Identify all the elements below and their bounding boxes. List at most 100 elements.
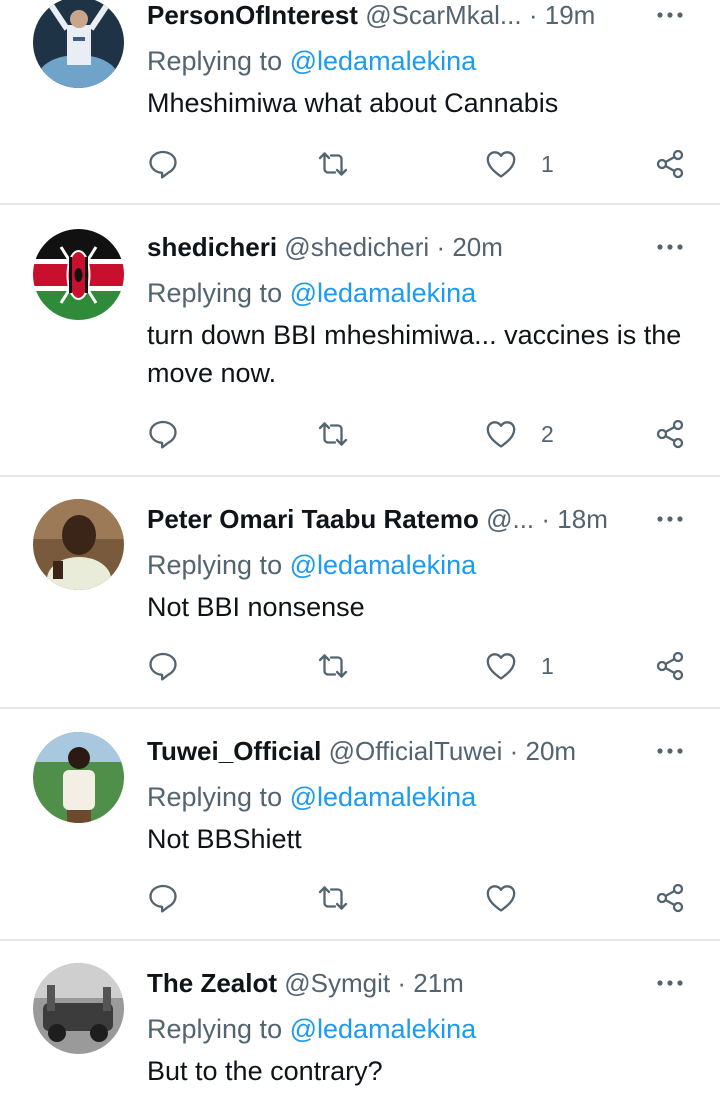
- timestamp[interactable]: 21m: [413, 968, 464, 998]
- replying-to: Replying to @ledamalekina: [147, 779, 476, 815]
- tweet[interactable]: PersonOfInterest @ScarMkal... · 19m Repl…: [0, 0, 720, 205]
- retweet-button[interactable]: [317, 646, 349, 686]
- like-count: 1: [541, 150, 554, 177]
- avatar-image: [33, 229, 124, 320]
- heart-icon: [486, 653, 516, 680]
- share-icon: [656, 883, 684, 913]
- retweet-icon: [318, 422, 348, 446]
- reply-icon: [149, 150, 177, 179]
- tweet-header: Peter Omari Taabu Ratemo @... · 18m: [147, 501, 647, 537]
- tweet-text: Not BBI nonsense: [147, 592, 365, 622]
- share-icon: [656, 149, 684, 179]
- replying-to: Replying to @ledamalekina: [147, 275, 476, 311]
- avatar-image: [33, 963, 124, 1054]
- retweet-icon: [318, 886, 348, 910]
- like-button[interactable]: 1: [485, 144, 554, 184]
- replying-to: Replying to @ledamalekina: [147, 1011, 476, 1047]
- reply-icon: [149, 652, 177, 681]
- action-bar: [0, 878, 720, 918]
- more-icon[interactable]: [652, 733, 688, 769]
- share-button[interactable]: [654, 414, 686, 454]
- timestamp[interactable]: 20m: [526, 736, 577, 766]
- avatar[interactable]: [33, 732, 124, 823]
- tweet-text: Not BBShiett: [147, 824, 302, 854]
- avatar[interactable]: [33, 499, 124, 590]
- user-handle[interactable]: @Symgit: [284, 968, 390, 998]
- retweet-button[interactable]: [317, 878, 349, 918]
- tweet-header: PersonOfInterest @ScarMkal... · 19m: [147, 0, 647, 33]
- tweet[interactable]: Peter Omari Taabu Ratemo @... · 18m Repl…: [0, 477, 720, 709]
- like-count: 2: [541, 420, 554, 447]
- avatar-image: [33, 0, 124, 88]
- separator: ·: [509, 736, 519, 766]
- replying-to-label: Replying to: [147, 550, 283, 580]
- retweet-icon: [318, 152, 348, 176]
- heart-icon: [486, 151, 516, 178]
- display-name[interactable]: Peter Omari Taabu Ratemo: [147, 504, 479, 534]
- separator: ·: [528, 0, 538, 30]
- user-handle[interactable]: @ScarMkal...: [365, 0, 521, 30]
- display-name[interactable]: PersonOfInterest: [147, 0, 358, 30]
- reply-button[interactable]: [147, 878, 179, 918]
- mention-link[interactable]: @ledamalekina: [290, 1014, 477, 1044]
- replying-to: Replying to @ledamalekina: [147, 547, 476, 583]
- separator: ·: [541, 504, 551, 534]
- like-count: 1: [541, 652, 554, 679]
- tweet-text: But to the contrary?: [147, 1056, 383, 1086]
- more-icon[interactable]: [652, 965, 688, 1001]
- replying-to-label: Replying to: [147, 1014, 283, 1044]
- mention-link[interactable]: @ledamalekina: [290, 278, 477, 308]
- heart-icon: [486, 885, 516, 912]
- more-icon[interactable]: [652, 229, 688, 265]
- retweet-button[interactable]: [317, 144, 349, 184]
- more-icon[interactable]: [652, 0, 688, 33]
- mention-link[interactable]: @ledamalekina: [290, 46, 477, 76]
- reply-icon: [149, 420, 177, 449]
- display-name[interactable]: shedicheri: [147, 232, 277, 262]
- reply-button[interactable]: [147, 144, 179, 184]
- user-handle[interactable]: @...: [486, 504, 534, 534]
- like-button[interactable]: 2: [485, 414, 554, 454]
- action-bar: 1: [0, 144, 720, 184]
- user-handle[interactable]: @OfficialTuwei: [329, 736, 503, 766]
- reply-button[interactable]: [147, 646, 179, 686]
- action-bar: 2: [0, 414, 720, 454]
- share-icon: [656, 419, 684, 449]
- mention-link[interactable]: @ledamalekina: [290, 782, 477, 812]
- avatar[interactable]: [33, 963, 124, 1054]
- avatar-image: [33, 732, 124, 823]
- like-button[interactable]: [485, 878, 541, 918]
- tweet-header: The Zealot @Symgit · 21m: [147, 965, 647, 1001]
- tweet-text: turn down BBI mheshimiwa... vaccines is …: [147, 320, 682, 388]
- share-button[interactable]: [654, 878, 686, 918]
- avatar[interactable]: [33, 229, 124, 320]
- replying-to-label: Replying to: [147, 46, 283, 76]
- tweet-text: Mheshimiwa what about Cannabis: [147, 88, 559, 118]
- tweet[interactable]: The Zealot @Symgit · 21m Replying to @le…: [0, 941, 720, 1106]
- user-handle[interactable]: @shedicheri: [284, 232, 429, 262]
- heart-icon: [486, 421, 516, 448]
- avatar[interactable]: [33, 0, 124, 88]
- tweet[interactable]: Tuwei_Official @OfficialTuwei · 20m Repl…: [0, 709, 720, 941]
- display-name[interactable]: Tuwei_Official: [147, 736, 321, 766]
- timestamp[interactable]: 19m: [545, 0, 596, 30]
- separator: ·: [436, 232, 446, 262]
- like-button[interactable]: 1: [485, 646, 554, 686]
- tweet-header: Tuwei_Official @OfficialTuwei · 20m: [147, 733, 647, 769]
- reply-button[interactable]: [147, 414, 179, 454]
- share-button[interactable]: [654, 646, 686, 686]
- tweet[interactable]: shedicheri @shedicheri · 20m Replying to…: [0, 205, 720, 477]
- mention-link[interactable]: @ledamalekina: [290, 550, 477, 580]
- action-bar: 1: [0, 646, 720, 686]
- display-name[interactable]: The Zealot: [147, 968, 277, 998]
- timestamp[interactable]: 20m: [452, 232, 503, 262]
- separator: ·: [397, 968, 407, 998]
- share-icon: [656, 651, 684, 681]
- share-button[interactable]: [654, 144, 686, 184]
- timestamp[interactable]: 18m: [557, 504, 608, 534]
- tweet-header: shedicheri @shedicheri · 20m: [147, 229, 647, 265]
- retweet-button[interactable]: [317, 414, 349, 454]
- replying-to-label: Replying to: [147, 782, 283, 812]
- more-icon[interactable]: [652, 501, 688, 537]
- replying-to: Replying to @ledamalekina: [147, 43, 476, 79]
